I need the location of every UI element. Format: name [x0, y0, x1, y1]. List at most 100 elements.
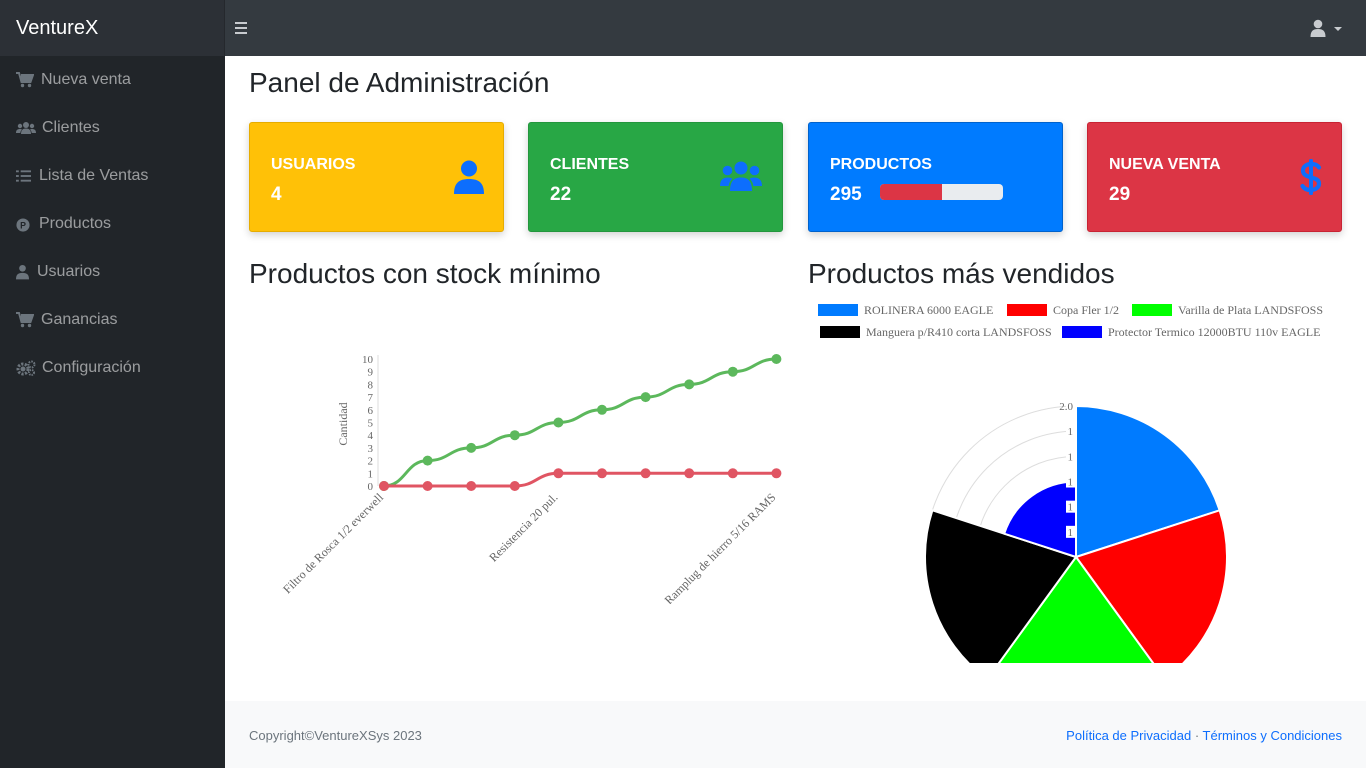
copyright-text: Copyright©VentureXSys 2023: [249, 728, 422, 743]
sidebar-item-clientes[interactable]: Clientes: [0, 104, 225, 152]
data-point[interactable]: [466, 481, 477, 491]
data-point[interactable]: [771, 468, 782, 479]
card-value: 29: [1109, 184, 1131, 205]
sidebar-toggle-button[interactable]: [232, 17, 250, 39]
cart-icon: [16, 312, 34, 328]
y-tick-label: 8: [368, 379, 374, 391]
sidebar-item-label: Nueva venta: [41, 71, 131, 88]
footer: Copyright©VentureXSys 2023 Política de P…: [225, 701, 1366, 768]
data-point[interactable]: [509, 430, 520, 441]
mas-vendidos-title: Productos más vendidos: [808, 258, 1115, 289]
legend-label[interactable]: ROLINERA 6000 EAGLE: [864, 303, 993, 317]
separator: ·: [1194, 728, 1200, 743]
legend-swatch[interactable]: [1007, 304, 1047, 316]
page-title: Panel de Administración: [249, 67, 550, 98]
r-tick-label: 1: [1068, 527, 1074, 539]
privacy-link[interactable]: Política de Privacidad: [1066, 728, 1191, 743]
r-tick-label: 1: [1068, 451, 1074, 463]
sidebar: Nueva venta Clientes Lista de Ventas P P…: [0, 56, 225, 768]
data-point[interactable]: [684, 379, 695, 390]
main-content: Panel de Administración USUARIOS 4 CLIEN…: [225, 56, 1366, 768]
users-icon: [720, 161, 762, 191]
user-icon: [454, 160, 484, 194]
card-value: 295: [830, 184, 862, 205]
sidebar-item-label: Usuarios: [37, 263, 101, 280]
data-point[interactable]: [727, 468, 738, 479]
sidebar-item-usuarios[interactable]: Usuarios: [0, 248, 225, 296]
data-point[interactable]: [509, 481, 520, 491]
card-nueva-venta[interactable]: NUEVA VENTA 29: [1087, 122, 1342, 232]
data-point[interactable]: [727, 366, 738, 377]
brand-link[interactable]: VentureX: [16, 17, 98, 39]
data-point[interactable]: [597, 404, 607, 415]
data-point[interactable]: [771, 354, 782, 364]
y-tick-label: 7: [368, 392, 374, 404]
y-tick-label: 0: [368, 481, 374, 493]
y-tick-label: 5: [368, 418, 374, 430]
legend-label[interactable]: Protector Termico 12000BTU 110v EAGLE: [1108, 325, 1320, 339]
data-point[interactable]: [466, 442, 477, 453]
legend-swatch[interactable]: [820, 326, 860, 338]
user-dropdown-button[interactable]: [1310, 18, 1342, 40]
r-tick-label: 1: [1068, 502, 1074, 514]
data-point[interactable]: [379, 481, 389, 491]
sidebar-item-label: Lista de Ventas: [39, 167, 149, 184]
sidebar-item-label: Productos: [39, 215, 112, 232]
sidebar-item-productos[interactable]: P Productos: [0, 200, 225, 248]
sidebar-item-configuracion[interactable]: Configuración: [0, 344, 225, 392]
legend-swatch[interactable]: [818, 304, 858, 316]
legend-label[interactable]: Varilla de Plata LANDSFOSS: [1178, 303, 1323, 317]
users-icon: [16, 122, 36, 134]
data-point[interactable]: [640, 468, 651, 479]
card-title: USUARIOS: [271, 156, 356, 173]
legend-label[interactable]: Manguera p/R410 corta LANDSFOSS: [866, 325, 1052, 339]
y-tick-label: 1: [368, 468, 374, 480]
data-point[interactable]: [597, 468, 607, 479]
x-tick-label: Resistencia 20 pul.: [486, 490, 560, 564]
user-icon: [1310, 19, 1326, 37]
y-tick-label: 6: [368, 405, 374, 417]
card-title: PRODUCTOS: [830, 156, 932, 173]
chevron-down-icon: [1334, 27, 1342, 31]
data-point[interactable]: [640, 392, 651, 403]
stock-minimo-title: Productos con stock mínimo: [249, 258, 601, 289]
data-point[interactable]: [684, 468, 695, 479]
data-point[interactable]: [553, 417, 564, 428]
legend-label[interactable]: Copa Fler 1/2: [1053, 303, 1119, 317]
sidebar-item-nueva-venta[interactable]: Nueva venta: [0, 56, 225, 104]
y-tick-label: 4: [368, 430, 374, 442]
card-value: 4: [271, 184, 282, 205]
y-tick-label: 10: [362, 354, 374, 366]
sidebar-item-label: Clientes: [42, 119, 100, 136]
footer-links: Política de Privacidad · Términos y Cond…: [1066, 728, 1342, 744]
card-title: CLIENTES: [550, 156, 630, 173]
progress-bar: [880, 184, 1003, 200]
brand-area: VentureX: [0, 0, 225, 56]
y-tick-label: 2: [368, 456, 374, 468]
gears-icon: [16, 360, 36, 376]
sidebar-item-ganancias[interactable]: Ganancias: [0, 296, 225, 344]
legend-swatch[interactable]: [1062, 326, 1102, 338]
y-tick-label: 9: [368, 367, 374, 379]
series-line-1: [383, 471, 777, 488]
x-tick-label: Ramplug de hierro 5/16 RAMS: [662, 490, 779, 604]
dollar-icon: [1300, 159, 1322, 195]
data-point[interactable]: [422, 481, 433, 491]
card-productos[interactable]: PRODUCTOS 295: [808, 122, 1063, 232]
y-tick-label: 3: [368, 443, 374, 455]
user-icon: [16, 264, 29, 280]
progress-fill: [880, 184, 942, 200]
legend-swatch[interactable]: [1132, 304, 1172, 316]
card-usuarios[interactable]: USUARIOS 4: [249, 122, 504, 232]
sidebar-item-lista-ventas[interactable]: Lista de Ventas: [0, 152, 225, 200]
cart-icon: [16, 72, 34, 88]
r-tick-label: 2.0: [1059, 401, 1073, 413]
card-value: 22: [550, 184, 572, 205]
card-clientes[interactable]: CLIENTES 22: [528, 122, 783, 232]
x-tick-label: Filtro de Rosca 1/2 everwell: [280, 490, 387, 597]
data-point[interactable]: [553, 468, 564, 479]
terms-link[interactable]: Términos y Condiciones: [1203, 728, 1342, 743]
hamburger-icon: [235, 22, 247, 24]
data-point[interactable]: [422, 455, 433, 466]
top-navbar: VentureX: [0, 0, 1366, 56]
